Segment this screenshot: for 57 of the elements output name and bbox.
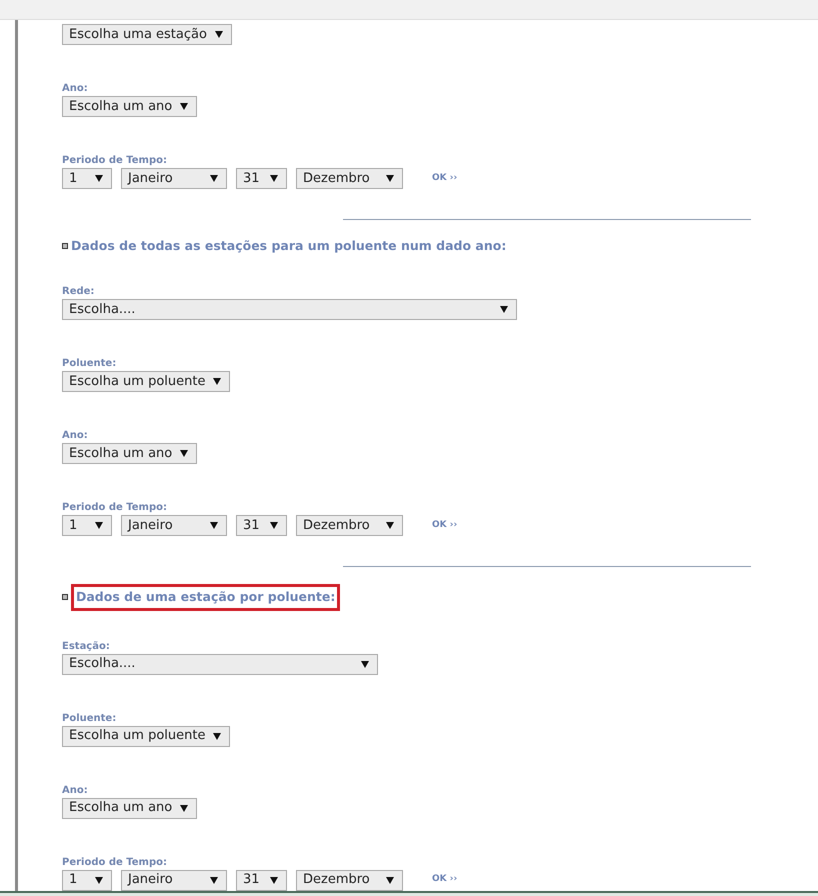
dropdown[interactable]: Escolha uma estação: [62, 24, 232, 45]
dropdown[interactable]: 31: [236, 514, 287, 536]
dropdown[interactable]: Dezembro: [296, 870, 403, 890]
caret-icon: [213, 732, 222, 740]
dropdown[interactable]: 1: [62, 168, 112, 189]
caret-icon: [180, 450, 188, 457]
dropdown[interactable]: 31: [236, 168, 287, 189]
section-heading: Dados de uma estação por poluente:: [71, 584, 340, 610]
caret-icon: [210, 522, 218, 529]
caret-icon: [180, 804, 188, 812]
field-label: Ano:: [62, 83, 89, 95]
caret-icon: [386, 522, 394, 529]
caret-icon: [213, 378, 222, 385]
dropdown[interactable]: Escolha um poluente: [62, 370, 230, 392]
ok-link[interactable]: OK ››: [432, 518, 458, 532]
caret-icon: [210, 175, 218, 182]
bullet-icon: [62, 594, 68, 600]
dropdown[interactable]: Janeiro: [121, 168, 227, 189]
dropdown[interactable]: Escolha....: [62, 298, 517, 320]
field-label: Poluente:: [62, 712, 118, 724]
caret-icon: [386, 175, 394, 182]
dropdown[interactable]: Escolha um ano: [62, 798, 198, 818]
caret-icon: [95, 522, 103, 529]
dropdown[interactable]: Escolha....: [62, 654, 378, 674]
field-label: Periodo de Tempo:: [62, 155, 168, 167]
caret-icon: [95, 175, 103, 182]
dropdown[interactable]: Dezembro: [296, 514, 403, 536]
bullet-icon: [62, 243, 68, 250]
field-label: Poluente:: [62, 358, 118, 370]
dropdown[interactable]: Janeiro: [121, 870, 227, 890]
field-label: Periodo de Tempo:: [62, 502, 168, 514]
ok-link[interactable]: OK ››: [432, 172, 458, 186]
caret-icon: [214, 31, 223, 38]
field-label: Ano:: [62, 784, 89, 796]
section-heading: Dados de todas as estações para um poluente num dado ano:: [71, 237, 506, 255]
dropdown[interactable]: Escolha um poluente: [62, 726, 230, 746]
caret-icon: [180, 103, 188, 110]
dropdown[interactable]: Dezembro: [296, 168, 403, 189]
caret-icon: [210, 876, 218, 884]
caret-icon: [500, 306, 508, 313]
caret-icon: [95, 876, 103, 884]
caret-icon: [270, 876, 278, 884]
dropdown[interactable]: Janeiro: [121, 514, 227, 536]
field-label: Rede:: [62, 286, 96, 298]
dropdown[interactable]: Escolha um ano: [62, 96, 198, 117]
caret-icon: [270, 522, 278, 529]
dropdown[interactable]: 1: [62, 514, 112, 536]
ok-link[interactable]: OK ››: [432, 873, 458, 887]
field-label: Periodo de Tempo:: [62, 856, 168, 868]
dropdown[interactable]: Escolha um ano: [62, 442, 198, 464]
field-label: Estação:: [62, 640, 111, 652]
dropdown[interactable]: 1: [62, 870, 112, 890]
caret-icon: [270, 175, 278, 182]
caret-icon: [386, 876, 394, 884]
caret-icon: [361, 660, 369, 668]
field-label: Ano:: [62, 430, 89, 442]
dropdown[interactable]: 31: [236, 870, 287, 890]
